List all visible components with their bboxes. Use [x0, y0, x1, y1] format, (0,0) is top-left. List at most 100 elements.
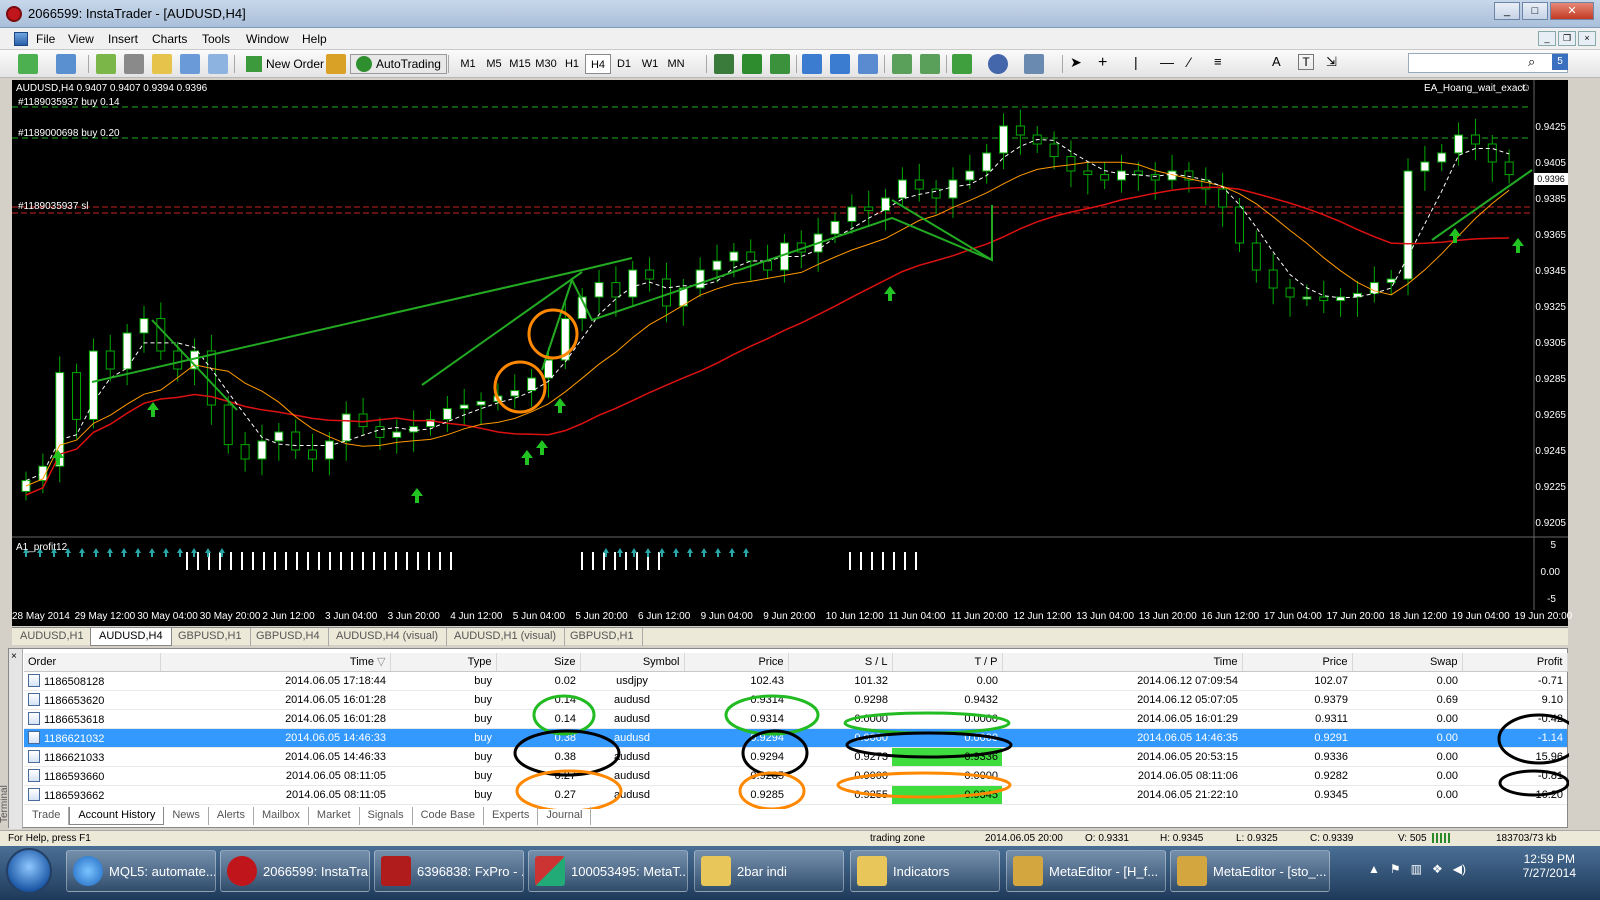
- price-chart[interactable]: AUDUSD,H4 0.9407 0.9407 0.9394 0.9396 EA…: [12, 80, 1572, 626]
- column-header-size[interactable]: Size: [496, 653, 581, 672]
- chart-tab-audusd-h4[interactable]: AUDUSD,H4: [90, 628, 172, 646]
- dropbox-icon[interactable]: ❖: [1432, 862, 1443, 876]
- trendline-icon[interactable]: ⁄: [1188, 54, 1190, 74]
- timeframe-d1[interactable]: D1: [611, 54, 637, 74]
- network-icon[interactable]: ▥: [1411, 862, 1422, 876]
- timeframe-m15[interactable]: M15: [507, 54, 533, 74]
- templates-icon[interactable]: [1024, 54, 1044, 74]
- table-row[interactable]: 1186621033 2014.06.05 14:46:33 buy 0.38 audu…: [24, 747, 1567, 767]
- taskbar-item-browser[interactable]: MQL5: automate...: [66, 850, 216, 892]
- taskbar-clock[interactable]: 12:59 PM 7/27/2014: [1523, 852, 1576, 880]
- terminal-tab-experts[interactable]: Experts: [484, 807, 539, 825]
- fibonacci-icon[interactable]: ≡: [1214, 54, 1222, 74]
- mdi-restore-button[interactable]: ❐: [1558, 31, 1576, 46]
- table-row[interactable]: 1186621032 2014.06.05 14:46:33 buy 0.38 audu…: [24, 728, 1567, 748]
- terminal-close-button[interactable]: ×: [11, 651, 17, 662]
- start-button[interactable]: [6, 848, 52, 894]
- taskbar-item-instatrader[interactable]: 2066599: InstaTra...: [220, 850, 370, 892]
- table-row[interactable]: 1186593662 2014.06.05 08:11:05 buy 0.27 audu…: [24, 785, 1567, 805]
- search-input[interactable]: [1408, 53, 1568, 73]
- timeframe-m1[interactable]: M1: [455, 54, 481, 74]
- chart-window-icon[interactable]: [14, 32, 28, 46]
- timeframe-m30[interactable]: M30: [533, 54, 559, 74]
- table-row[interactable]: 1186508128 2014.06.05 17:18:44 buy 0.02 usdj…: [24, 671, 1567, 691]
- periods-clock-icon[interactable]: [988, 54, 1008, 74]
- column-header-profit[interactable]: Profit: [1462, 653, 1568, 672]
- chart-tab-gbpusd-h1-2[interactable]: GBPUSD,H1: [562, 628, 643, 646]
- chart-shift-icon[interactable]: [892, 54, 912, 74]
- profiles-icon[interactable]: [56, 54, 76, 74]
- arrows-icon[interactable]: ⇲: [1326, 54, 1337, 74]
- timeframe-mn[interactable]: MN: [663, 54, 689, 74]
- terminal-tab-trade[interactable]: Trade: [24, 807, 70, 825]
- timeframe-h4[interactable]: H4: [585, 54, 611, 74]
- mdi-close-button[interactable]: ×: [1578, 31, 1596, 46]
- chart-tab-audusd-h1-visual[interactable]: AUDUSD,H1 (visual): [446, 628, 566, 646]
- taskbar-item-folder-2bar[interactable]: 2bar indi: [694, 850, 844, 892]
- mql5-community-icon[interactable]: 5: [1552, 54, 1568, 70]
- crosshair-icon[interactable]: +: [1098, 54, 1107, 74]
- vertical-line-icon[interactable]: |: [1134, 54, 1138, 74]
- text-tool-icon[interactable]: A: [1272, 54, 1281, 74]
- bar-chart-icon[interactable]: [714, 54, 734, 74]
- table-row[interactable]: 1186593660 2014.06.05 08:11:05 buy 0.27 audu…: [24, 766, 1567, 786]
- table-row[interactable]: 1186653618 2014.06.05 16:01:28 buy 0.14 audu…: [24, 709, 1567, 729]
- autotrading-button[interactable]: AutoTrading: [350, 54, 447, 74]
- timeframe-m5[interactable]: M5: [481, 54, 507, 74]
- maximize-button[interactable]: □: [1522, 2, 1548, 20]
- terminal-tab-market[interactable]: Market: [309, 807, 360, 825]
- candlestick-chart[interactable]: [12, 80, 1568, 626]
- menu-help[interactable]: Help: [302, 32, 327, 46]
- column-header-close-price[interactable]: Price: [1242, 653, 1353, 672]
- tray-expand-icon[interactable]: ▲: [1368, 862, 1380, 876]
- column-header-symbol[interactable]: Symbol: [580, 653, 685, 672]
- column-header-price[interactable]: Price: [684, 653, 789, 672]
- favorites-icon[interactable]: [152, 54, 172, 74]
- menu-view[interactable]: View: [68, 32, 94, 46]
- menu-charts[interactable]: Charts: [152, 32, 187, 46]
- column-header-close-time[interactable]: Time: [1002, 653, 1243, 672]
- taskbar-item-metatrader[interactable]: 100053495: MetaT...: [528, 850, 688, 892]
- tile-windows-icon[interactable]: [858, 54, 878, 74]
- cursor-icon[interactable]: ➤: [1070, 54, 1082, 74]
- menu-insert[interactable]: Insert: [108, 32, 138, 46]
- new-order-button[interactable]: New Order: [240, 54, 330, 74]
- text-label-icon[interactable]: T: [1298, 54, 1314, 70]
- minimize-button[interactable]: _: [1494, 2, 1520, 20]
- terminal-tab-account-history[interactable]: Account History: [69, 807, 165, 825]
- taskbar-item-metaeditor-1[interactable]: MetaEditor - [H_f...: [1006, 850, 1166, 892]
- column-header-swap[interactable]: Swap: [1352, 653, 1463, 672]
- taskbar-item-folder-indicators[interactable]: Indicators: [850, 850, 1000, 892]
- terminal-tab-code-base[interactable]: Code Base: [413, 807, 485, 825]
- terminal-tab-alerts[interactable]: Alerts: [209, 807, 254, 825]
- search-icon[interactable]: ⌕: [1528, 54, 1535, 74]
- taskbar-item-metaeditor-2[interactable]: MetaEditor - [sto_...: [1170, 850, 1330, 892]
- menu-tools[interactable]: Tools: [202, 32, 230, 46]
- menu-window[interactable]: Window: [246, 32, 289, 46]
- new-chart-icon[interactable]: [18, 54, 38, 74]
- column-header-sl[interactable]: S / L: [788, 653, 893, 672]
- menu-file[interactable]: File: [36, 32, 55, 46]
- chart-tab-audusd-h1[interactable]: AUDUSD,H1: [12, 628, 93, 646]
- candlestick-icon[interactable]: [742, 54, 762, 74]
- volume-icon[interactable]: ◀): [1453, 862, 1466, 876]
- timeframe-h1[interactable]: H1: [559, 54, 585, 74]
- table-row[interactable]: 1186653620 2014.06.05 16:01:28 buy 0.14 audu…: [24, 690, 1567, 710]
- taskbar-item-fxpro[interactable]: 6396838: FxPro - ...: [374, 850, 524, 892]
- market-watch-icon[interactable]: [96, 54, 116, 74]
- column-header-open-time[interactable]: Time ▽: [160, 653, 391, 672]
- zoom-in-icon[interactable]: [802, 54, 822, 74]
- strategy-tester-icon[interactable]: [208, 54, 228, 74]
- action-center-flag-icon[interactable]: ⚑: [1390, 862, 1401, 876]
- terminal-tab-signals[interactable]: Signals: [360, 807, 413, 825]
- terminal-tab-journal[interactable]: Journal: [538, 807, 592, 825]
- chart-tab-audusd-h4-visual[interactable]: AUDUSD,H4 (visual): [328, 628, 448, 646]
- close-button[interactable]: ✕: [1550, 2, 1594, 20]
- navigator-icon[interactable]: [124, 54, 144, 74]
- chart-tab-gbpusd-h4[interactable]: GBPUSD,H4: [248, 628, 329, 646]
- column-header-type[interactable]: Type: [390, 653, 497, 672]
- mdi-minimize-button[interactable]: _: [1538, 31, 1556, 46]
- column-header-order[interactable]: Order: [24, 653, 161, 672]
- metaeditor-icon[interactable]: [326, 54, 346, 74]
- chart-tab-gbpusd-h1[interactable]: GBPUSD,H1: [170, 628, 251, 646]
